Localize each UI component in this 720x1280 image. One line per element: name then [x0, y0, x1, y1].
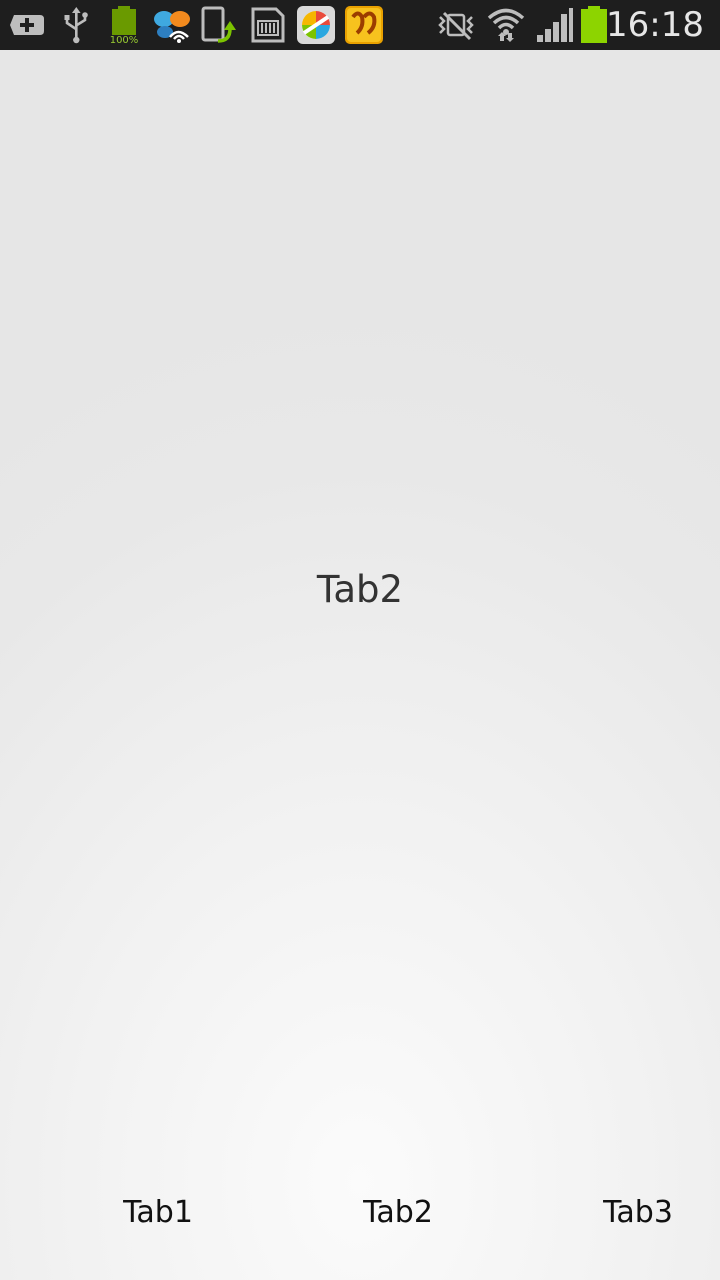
status-bar: 100% 16:18 — [0, 0, 720, 50]
bottom-tab-bar: Tab1 Tab2 Tab3 — [0, 1180, 720, 1280]
orange-app-icon — [344, 5, 384, 45]
tab-1[interactable]: Tab1 — [0, 1180, 240, 1246]
wifi-icon — [486, 5, 526, 45]
usb-icon — [56, 5, 96, 45]
tab-3-label: Tab3 — [603, 1195, 673, 1230]
phone-update-icon — [200, 5, 240, 45]
vibrate-mute-icon — [436, 5, 476, 45]
tab-2-label: Tab2 — [363, 1195, 433, 1230]
tab-1-label: Tab1 — [123, 1195, 193, 1230]
tab-content-area: Tab2 — [0, 50, 720, 1280]
add-notification-icon — [8, 5, 48, 45]
battery-full-notification-icon: 100% — [104, 5, 144, 45]
sd-card-icon — [248, 5, 288, 45]
colorful-app-icon — [296, 5, 336, 45]
tab-content-label: Tab2 — [316, 568, 404, 611]
tab-3[interactable]: Tab3 — [480, 1180, 720, 1246]
wifi-butterfly-app-icon — [152, 5, 192, 45]
cell-signal-icon — [534, 5, 574, 45]
battery-percent-label: 100% — [110, 35, 139, 45]
tab-2[interactable]: Tab2 — [240, 1180, 480, 1246]
status-time: 16:18 — [606, 5, 704, 45]
